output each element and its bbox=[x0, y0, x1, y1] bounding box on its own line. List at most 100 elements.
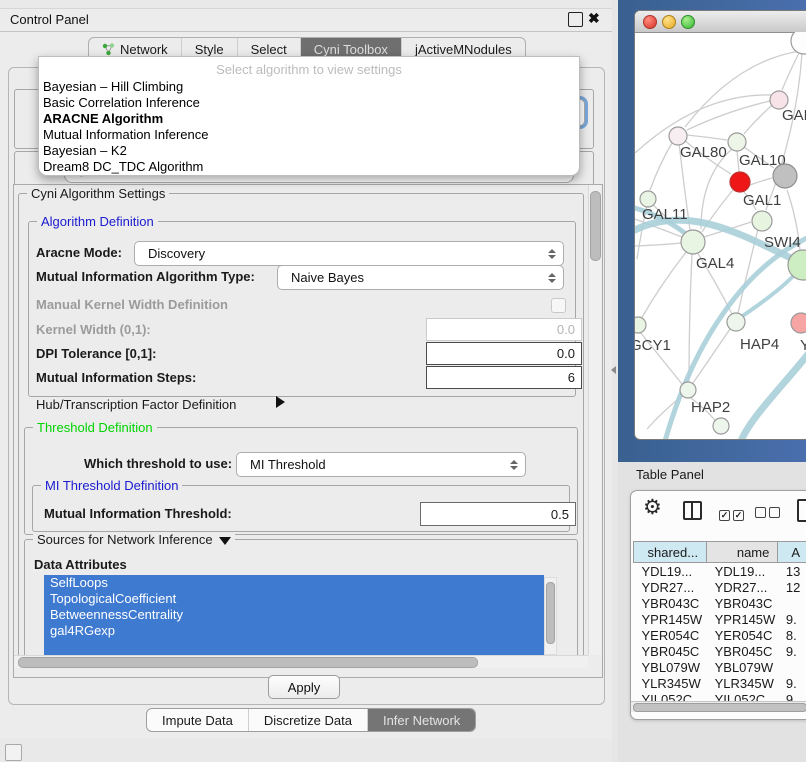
collapsed-panel-icon[interactable] bbox=[5, 744, 22, 761]
network-edge-highlighted bbox=[665, 238, 806, 439]
node-label-gal11: GAL11 bbox=[642, 206, 688, 223]
gear-icon[interactable]: ⚙ bbox=[643, 497, 662, 518]
mi-steps-label: Mutual Information Steps: bbox=[36, 370, 196, 385]
minimize-traffic-light-icon[interactable] bbox=[662, 15, 676, 29]
network-node-gal80[interactable] bbox=[669, 127, 687, 145]
algorithm-option-basic-correlation-inference[interactable]: Basic Correlation Inference bbox=[39, 95, 579, 111]
network-node[interactable] bbox=[773, 164, 797, 188]
close-icon[interactable]: ✖ bbox=[588, 10, 600, 27]
network-node-gal4[interactable] bbox=[681, 230, 705, 254]
settings-vertical-scrollbar[interactable] bbox=[588, 185, 601, 655]
zoom-traffic-light-icon[interactable] bbox=[681, 15, 695, 29]
table-row[interactable]: YER054CYER054C8. bbox=[634, 627, 806, 643]
mi-algorithm-type-combobox[interactable]: Naive Bayes bbox=[277, 265, 564, 290]
algorithm-option-bayesian-k2[interactable]: Bayesian – K2 bbox=[39, 143, 579, 159]
network-node-gal11[interactable] bbox=[640, 191, 656, 207]
table-row[interactable]: YDL19...YDL19...13 bbox=[634, 563, 806, 580]
apply-button[interactable]: Apply bbox=[268, 675, 340, 699]
node-label-hap4: HAP4 bbox=[740, 336, 779, 353]
mi-threshold-label: Mutual Information Threshold: bbox=[44, 506, 232, 521]
table-row[interactable]: YDR27...YDR27...12 bbox=[634, 579, 806, 595]
dpi-tolerance-field[interactable]: 0.0 bbox=[426, 342, 582, 365]
hub-definition-label[interactable]: Hub/Transcription Factor Definition bbox=[36, 397, 236, 412]
kernel-width-field[interactable]: 0.0 bbox=[426, 318, 582, 341]
network-window-titlebar[interactable] bbox=[635, 11, 806, 33]
column-header-shared[interactable]: shared... bbox=[634, 542, 707, 563]
algorithm-option-dream8-dc-tdc-algorithm[interactable]: Dream8 DC_TDC Algorithm bbox=[39, 159, 579, 175]
mi-threshold-field[interactable]: 0.5 bbox=[420, 502, 576, 526]
network-node-hap2[interactable] bbox=[680, 382, 696, 398]
page-icon[interactable] bbox=[797, 499, 806, 522]
float-window-icon[interactable] bbox=[568, 12, 583, 27]
table-row[interactable]: YBL079WYBL079W bbox=[634, 659, 806, 675]
algorithm-definition-title: Algorithm Definition bbox=[37, 214, 158, 229]
screenshot-root: Control Panel ✖ NetworkStyleSelectCyni T… bbox=[0, 0, 806, 762]
which-threshold-label: Which threshold to use: bbox=[84, 456, 232, 471]
network-edge bbox=[689, 253, 692, 381]
algorithm-option-bayesian-hill-climbing[interactable]: Bayesian – Hill Climbing bbox=[39, 79, 579, 95]
network-node-gal10[interactable] bbox=[728, 133, 746, 151]
attribute-item-selfloops[interactable]: SelfLoops bbox=[44, 575, 544, 591]
node-label-gal: GAL bbox=[782, 107, 806, 124]
control-panel-title: Control Panel bbox=[10, 12, 89, 27]
mi-steps-field[interactable]: 6 bbox=[426, 366, 582, 389]
combo-spinner-icon bbox=[548, 249, 556, 259]
combo-spinner-icon bbox=[510, 460, 518, 470]
algorithm-option-aracne-algorithm[interactable]: ARACNE Algorithm bbox=[39, 111, 579, 127]
collapse-down-icon[interactable] bbox=[219, 537, 231, 545]
network-node[interactable] bbox=[713, 418, 729, 434]
table-panel-title: Table Panel bbox=[636, 467, 704, 482]
aracne-mode-combobox[interactable]: Discovery bbox=[134, 241, 564, 266]
node-label-swi4: SWI4 bbox=[764, 234, 801, 251]
node-label-y: Y bbox=[800, 337, 806, 354]
manual-kernel-checkbox[interactable] bbox=[551, 298, 566, 313]
network-node[interactable] bbox=[791, 32, 806, 54]
network-node-hap4[interactable] bbox=[727, 313, 745, 331]
settings-horizontal-scrollbar[interactable] bbox=[14, 655, 588, 668]
splitter-collapse-icon[interactable] bbox=[611, 366, 616, 374]
network-node-gal1[interactable] bbox=[730, 172, 750, 192]
network-desktop: GALGAL80GAL10GAL1GAL11SWI4GAL4GCY1HAP4YH… bbox=[618, 0, 806, 462]
control-panel-titlebar[interactable]: Control Panel ✖ bbox=[0, 9, 612, 31]
attribute-item-betweennesscentrality[interactable]: BetweennessCentrality bbox=[44, 607, 544, 623]
network-edge bbox=[641, 251, 687, 319]
table-row[interactable]: YLR345WYLR345W9. bbox=[634, 675, 806, 691]
network-edge-highlighted bbox=[741, 353, 806, 439]
close-traffic-light-icon[interactable] bbox=[643, 15, 657, 29]
table-row[interactable]: YPR145WYPR145W9. bbox=[634, 611, 806, 627]
node-label-gal1: GAL1 bbox=[743, 192, 781, 209]
select-all-checkboxes-icon[interactable]: ✓✓ bbox=[719, 506, 747, 521]
settings-viewport: Cyni Algorithm Settings Algorithm Defini… bbox=[14, 185, 588, 655]
table-panel-window: ⚙ ✓✓ shared...nameA YDL19...YDL19...13YD… bbox=[630, 490, 806, 720]
table-row[interactable]: YBR043CYBR043C bbox=[634, 595, 806, 611]
sources-group-title: Sources for Network Inference bbox=[33, 532, 235, 547]
split-columns-icon[interactable] bbox=[683, 501, 702, 520]
expand-right-icon[interactable] bbox=[276, 396, 285, 408]
tab-infer-network[interactable]: Infer Network bbox=[368, 709, 475, 731]
mi-type-label: Mutual Information Algorithm Type: bbox=[36, 269, 255, 284]
column-header-a[interactable]: A bbox=[778, 542, 806, 563]
control-panel-window: Control Panel ✖ NetworkStyleSelectCyni T… bbox=[0, 8, 612, 738]
tab-impute-data[interactable]: Impute Data bbox=[147, 709, 249, 731]
deselect-all-checkboxes-icon[interactable] bbox=[755, 506, 783, 521]
node-label-gal80: GAL80 bbox=[680, 144, 727, 161]
bottom-tabs: Impute DataDiscretize DataInfer Network bbox=[146, 708, 476, 732]
table-row[interactable]: YBR045CYBR045C9. bbox=[634, 643, 806, 659]
node-table: shared...nameA YDL19...YDL19...13YDR27..… bbox=[633, 541, 806, 707]
tab-discretize-data[interactable]: Discretize Data bbox=[249, 709, 368, 731]
table-body: YDL19...YDL19...13YDR27...YDR27...12YBR0… bbox=[634, 563, 806, 708]
algorithm-option-mutual-information-inference[interactable]: Mutual Information Inference bbox=[39, 127, 579, 143]
which-threshold-combobox[interactable]: MI Threshold bbox=[236, 452, 526, 477]
network-canvas[interactable]: GALGAL80GAL10GAL1GAL11SWI4GAL4GCY1HAP4YH… bbox=[635, 32, 806, 439]
network-node-y[interactable] bbox=[791, 313, 806, 333]
network-node[interactable] bbox=[752, 211, 772, 231]
network-node-gcy1[interactable] bbox=[635, 317, 646, 333]
network-view-window[interactable]: GALGAL80GAL10GAL1GAL11SWI4GAL4GCY1HAP4YH… bbox=[634, 10, 806, 440]
column-header-name[interactable]: name bbox=[707, 542, 778, 563]
attribute-item-gal4rgexp[interactable]: gal4RGexp bbox=[44, 623, 544, 639]
attribute-item-topologicalcoefficient[interactable]: TopologicalCoefficient bbox=[44, 591, 544, 607]
table-horizontal-scrollbar[interactable] bbox=[631, 701, 806, 712]
network-icon bbox=[102, 43, 115, 56]
dpi-tolerance-label: DPI Tolerance [0,1]: bbox=[36, 346, 156, 361]
attributes-list-scrollbar[interactable] bbox=[544, 577, 557, 655]
